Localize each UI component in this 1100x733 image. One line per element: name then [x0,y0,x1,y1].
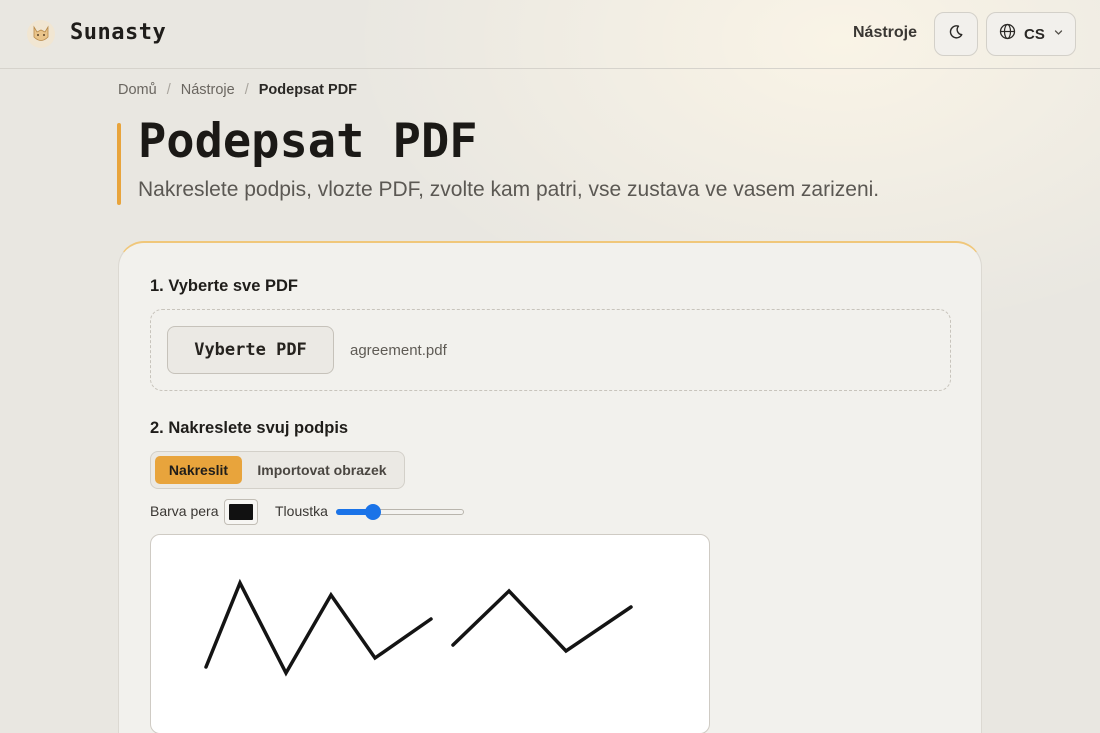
page-title: Podepsat PDF [138,114,478,169]
pen-color-picker[interactable] [224,499,258,525]
mode-draw-button[interactable]: Nakreslit [155,456,242,484]
signature-stroke [204,578,433,677]
brand-name[interactable]: Sunasty [70,20,166,45]
signature-stroke [451,588,633,654]
breadcrumb: Domů / Nástroje / Podepsat PDF [118,82,357,98]
chevron-down-icon [1053,25,1064,43]
breadcrumb-separator: / [166,82,171,98]
thickness-label: Tloustka [275,503,328,519]
moon-icon [948,24,964,45]
nav-link-tools[interactable]: Nástroje [853,24,917,42]
fox-cat-logo-icon[interactable] [26,19,56,49]
top-header: Sunasty Nástroje CS [0,0,1100,69]
language-code: CS [1024,25,1045,43]
choose-pdf-button[interactable]: Vyberte PDF [167,326,334,374]
title-accent-bar [117,123,121,205]
signature-drawing [204,578,633,677]
selected-file-name: agreement.pdf [350,342,447,359]
breadcrumb-home[interactable]: Domů [118,82,157,98]
pdf-dropzone[interactable]: Vyberte PDF agreement.pdf [150,309,951,391]
signature-canvas[interactable] [150,534,710,733]
pen-color-value [229,504,253,520]
slider-thumb[interactable] [365,504,381,520]
mode-import-image-button[interactable]: Importovat obrazek [248,456,396,484]
globe-icon [999,23,1016,45]
thickness-slider[interactable] [336,504,464,520]
page-subtitle: Nakreslete podpis, vlozte PDF, zvolte ka… [138,178,880,201]
theme-toggle-button[interactable] [934,12,978,56]
signature-mode-toggle: Nakreslit Importovat obrazek [150,451,405,489]
language-select[interactable]: CS [986,12,1076,56]
step1-label: 1. Vyberte sve PDF [150,277,298,295]
sign-pdf-card: 1. Vyberte sve PDF Vyberte PDF agreement… [118,241,982,733]
pen-color-label: Barva pera [150,503,219,519]
breadcrumb-separator: / [244,82,249,98]
step2-label: 2. Nakreslete svuj podpis [150,419,349,437]
breadcrumb-tools[interactable]: Nástroje [181,82,235,98]
breadcrumb-current: Podepsat PDF [258,82,358,98]
